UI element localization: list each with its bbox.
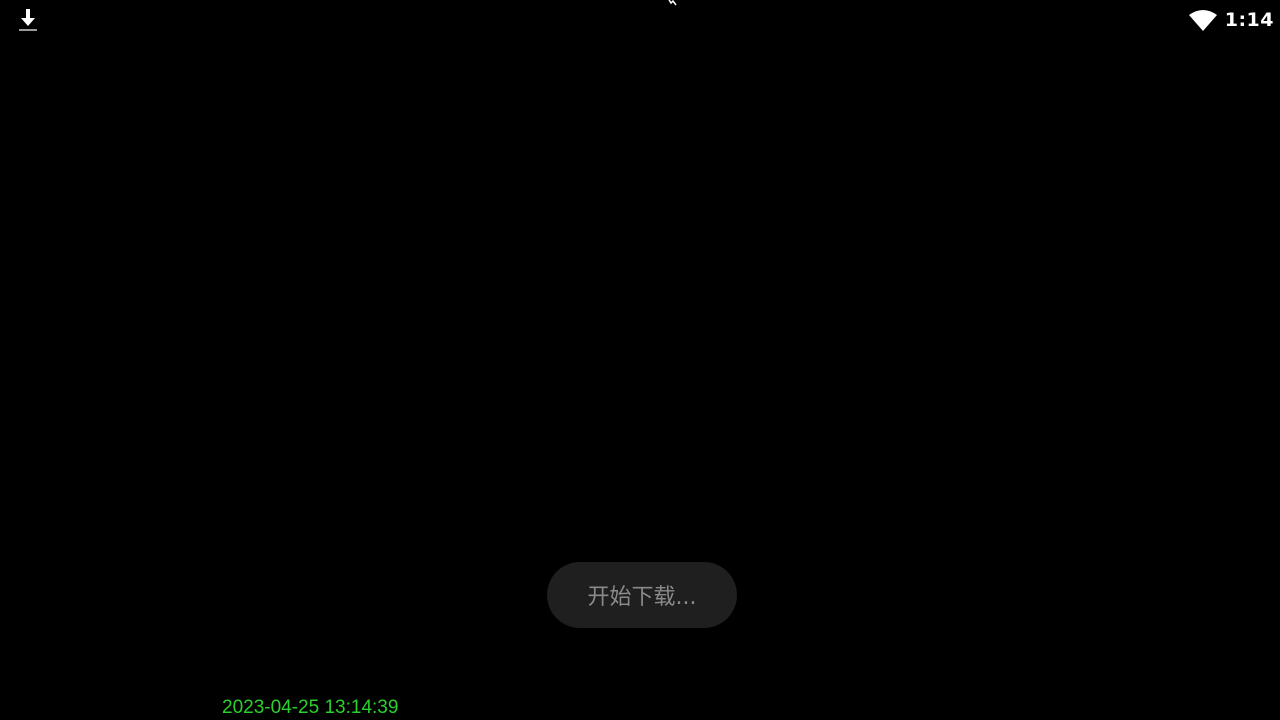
screen: 1:14 开始下载... 2023-04-25 13:14:39	[0, 0, 1280, 720]
wifi-icon	[1188, 10, 1217, 31]
status-clock: 1:14	[1224, 9, 1274, 31]
timestamp-overlay: 2023-04-25 13:14:39	[222, 697, 399, 718]
toast-notification: 开始下载...	[547, 562, 737, 628]
status-indicators: 1:14	[1188, 7, 1274, 33]
toast-message: 开始下载...	[587, 585, 697, 610]
status-bar: 1:14	[0, 0, 1280, 38]
download-icon	[19, 9, 37, 31]
mouse-cursor-icon	[668, 0, 677, 6]
